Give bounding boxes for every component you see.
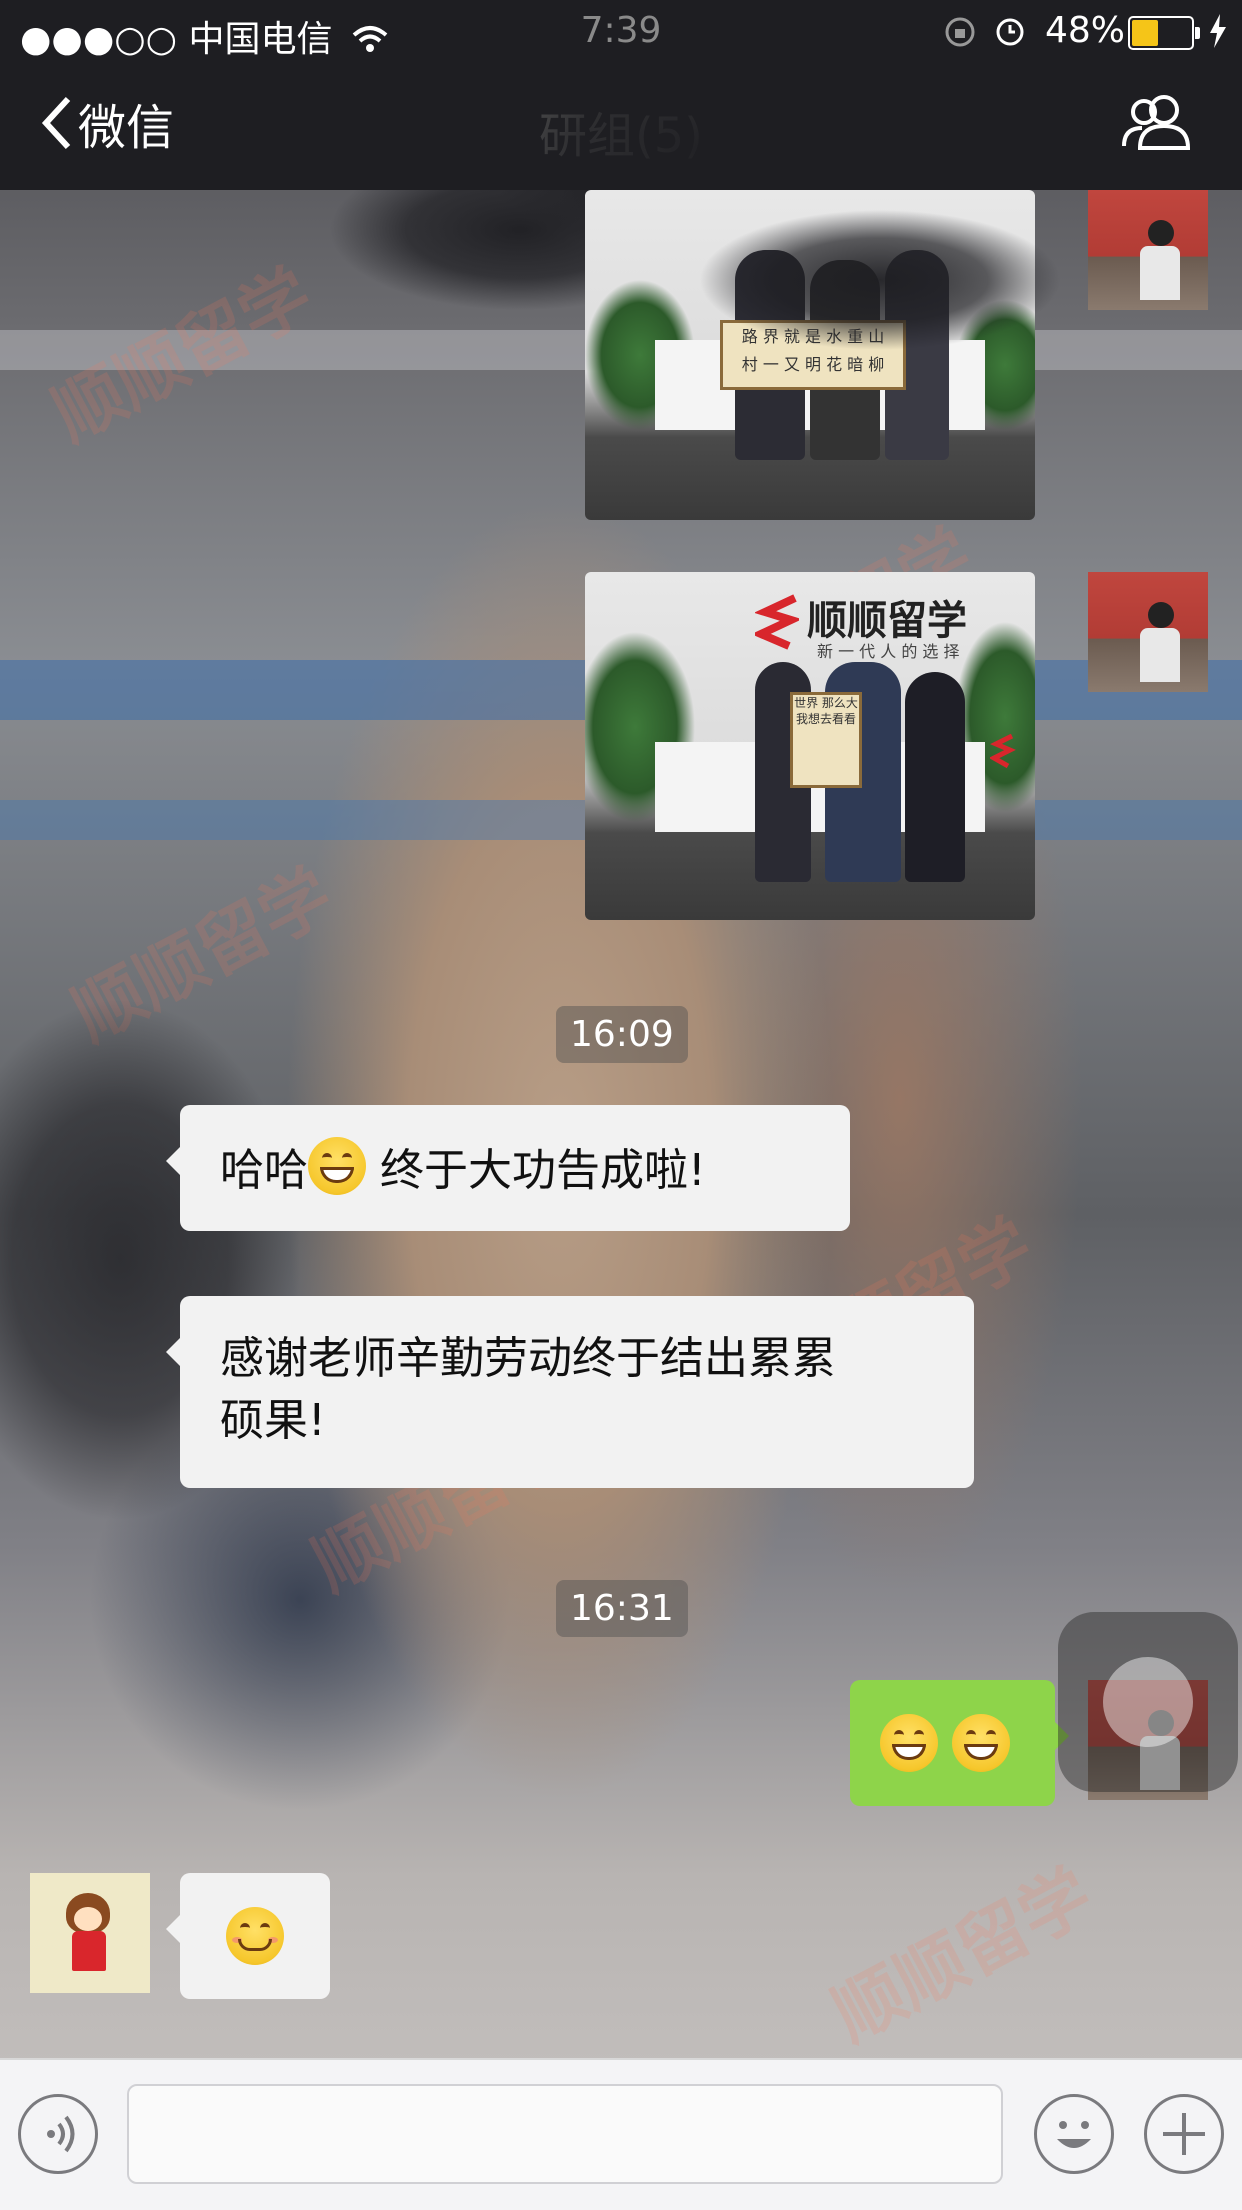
battery-cap <box>1195 27 1200 39</box>
avatar[interactable] <box>1088 190 1208 310</box>
emoji-button[interactable] <box>1034 2094 1114 2174</box>
logo-mark-icon <box>990 733 1016 769</box>
rotation-lock-icon <box>945 17 975 47</box>
input-bar <box>0 2058 1242 2210</box>
chat-info-button[interactable] <box>1120 92 1192 156</box>
message-bubble[interactable]: 感谢老师辛勤劳动终于结出累累 硕果! <box>166 1296 974 1488</box>
assistive-touch-button[interactable] <box>1058 1612 1238 1792</box>
message-bubble[interactable] <box>850 1680 1069 1806</box>
alarm-icon <box>996 18 1024 46</box>
voice-button[interactable] <box>18 2094 98 2174</box>
grin-emoji <box>952 1714 1010 1772</box>
message-text: 哈哈 <box>220 1145 308 1196</box>
logo-mark-icon <box>755 594 799 650</box>
message-bubble[interactable] <box>166 1873 330 1999</box>
message-text-line: 硕果! <box>220 1395 326 1446</box>
person <box>905 672 965 882</box>
avatar-head <box>1148 602 1174 628</box>
message-bubble[interactable]: 哈哈 终于大功告成啦! <box>166 1105 850 1231</box>
battery-percent: 48% <box>1045 10 1126 51</box>
scroll-line: 村 一 又 明 花 暗 柳 <box>741 355 885 374</box>
avatar[interactable] <box>30 1873 150 1993</box>
calligraphy-scroll: 世界 那么大 我想去看看 <box>790 692 862 788</box>
assistive-touch-inner <box>1103 1657 1193 1747</box>
message-timestamp: 16:09 <box>556 1006 688 1063</box>
plus-icon <box>1163 2113 1205 2155</box>
privacy-scribble <box>700 210 1060 350</box>
message-text: 终于大功告成啦! <box>366 1145 706 1196</box>
avatar[interactable] <box>1088 572 1208 692</box>
image-message[interactable]: 顺顺留学 新 一 代 人 的 选 择 世界 那么大 我想去看看 <box>585 572 1035 920</box>
battery-icon <box>1128 16 1200 50</box>
grin-emoji <box>308 1137 366 1195</box>
charging-icon <box>1210 14 1226 48</box>
group-contacts-icon <box>1122 95 1191 150</box>
avatar-face <box>74 1907 102 1931</box>
emoji-face-icon <box>1057 2121 1091 2148</box>
message-timestamp: 16:31 <box>556 1580 688 1637</box>
logo-slogan: 新 一 代 人 的 选 择 <box>817 642 960 661</box>
voice-icon <box>47 2115 75 2153</box>
more-button[interactable] <box>1144 2094 1224 2174</box>
grin-emoji <box>880 1714 938 1772</box>
avatar-dress <box>72 1931 106 1971</box>
battery-fill <box>1132 20 1158 46</box>
avatar-body <box>1140 246 1180 300</box>
avatar-head <box>1148 220 1174 246</box>
message-text-line: 感谢老师辛勤劳动终于结出累累 <box>220 1333 836 1384</box>
avatar-body <box>1140 628 1180 682</box>
smile-emoji <box>226 1907 284 1965</box>
message-input[interactable] <box>127 2084 1003 2184</box>
